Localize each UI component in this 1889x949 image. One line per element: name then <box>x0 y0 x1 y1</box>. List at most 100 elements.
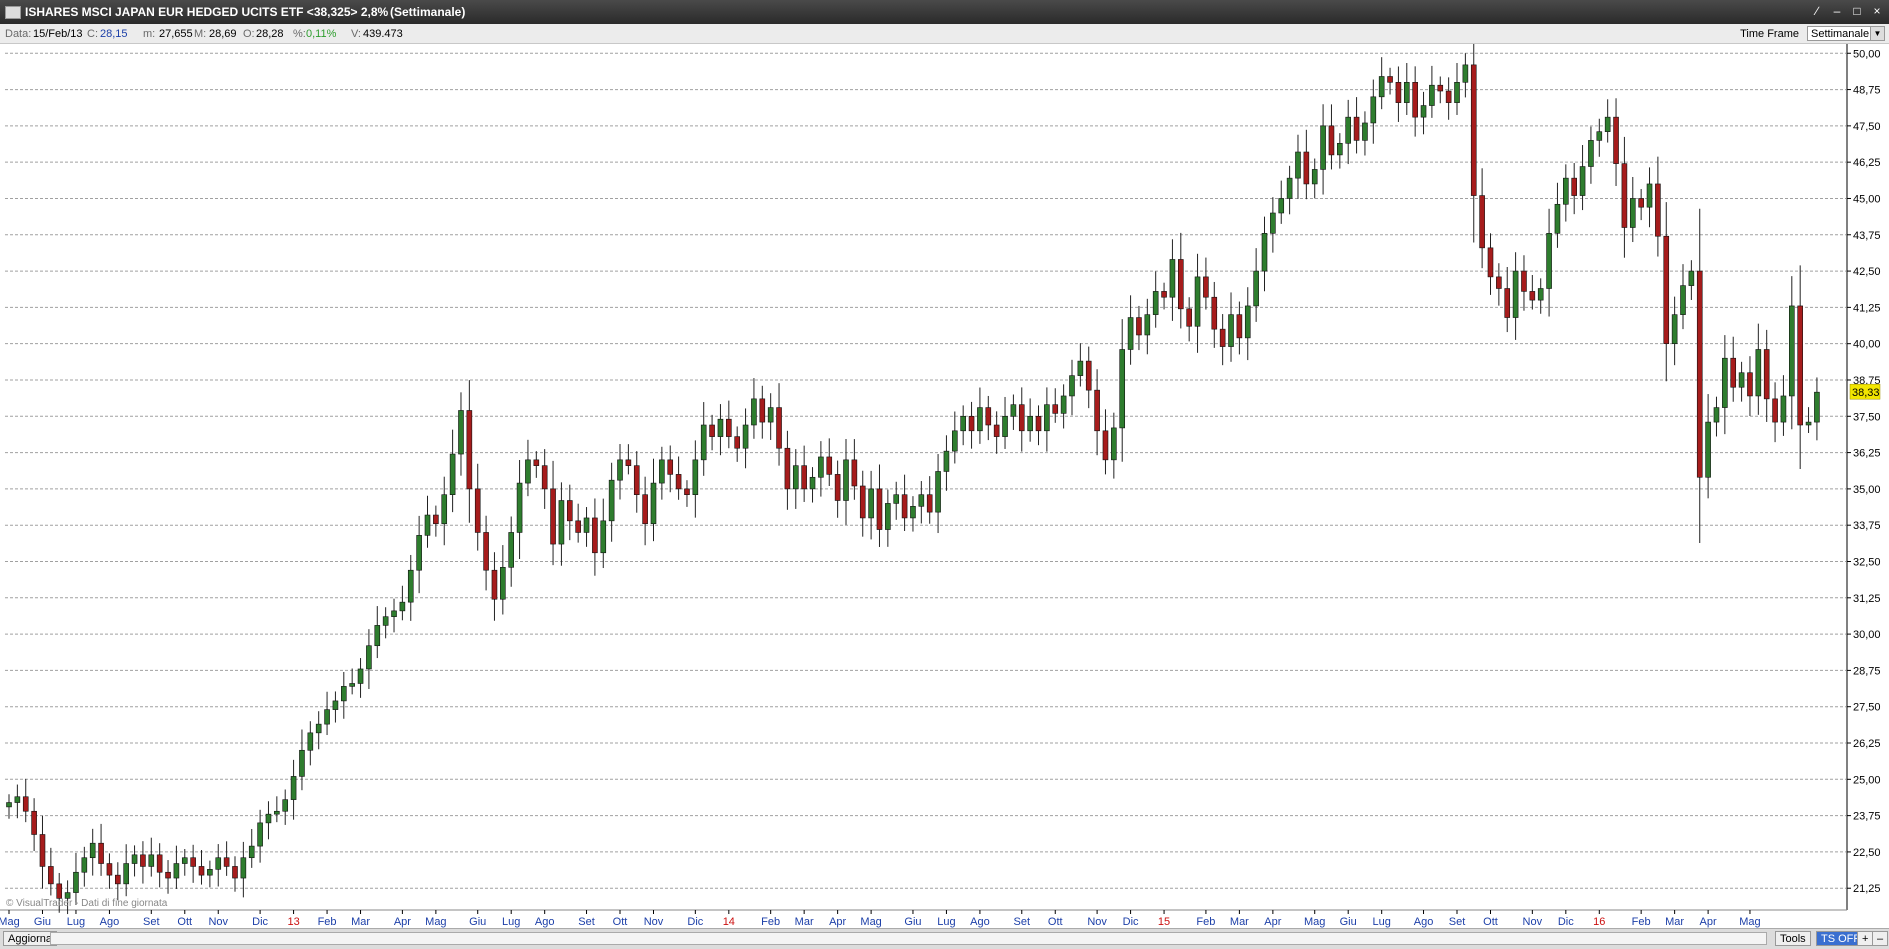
candle-body <box>834 474 841 501</box>
candle-body <box>1688 270 1695 286</box>
close-label: C: <box>87 28 98 40</box>
x-tick-label: Nov <box>644 916 664 928</box>
candle-body <box>1211 296 1218 330</box>
candle-body <box>1152 291 1159 315</box>
x-tick-label: Mar <box>795 916 814 928</box>
y-tick-label: 21,25 <box>1853 883 1881 895</box>
candle-body <box>190 857 196 867</box>
timeframe-value: Settimanale <box>1811 28 1870 40</box>
candle-body <box>1370 96 1377 124</box>
candle-body <box>843 459 849 501</box>
candle-body <box>1805 421 1812 426</box>
candle-body <box>1018 404 1025 432</box>
candle-body <box>424 514 431 536</box>
y-tick-label: 43,75 <box>1853 230 1881 242</box>
candle-body <box>1521 270 1527 292</box>
candle-body <box>181 857 188 864</box>
candle-body <box>215 857 222 870</box>
candle-body <box>1178 259 1184 310</box>
x-tick-label: Giu <box>34 916 51 928</box>
candle-body <box>533 459 540 466</box>
x-tick-label: Lug <box>937 916 955 928</box>
candle-body <box>416 535 422 571</box>
zoom-out-button[interactable]: – <box>1872 931 1889 946</box>
horizontal-scrollbar[interactable] <box>50 932 1767 945</box>
close-value: 28,15 <box>100 28 128 40</box>
candle-body <box>943 450 950 472</box>
close-icon[interactable]: × <box>1869 3 1885 19</box>
candle-body <box>1789 305 1795 397</box>
x-tick-label: Mar <box>351 916 370 928</box>
candle-body <box>500 567 506 600</box>
y-tick-label: 40,00 <box>1853 339 1881 351</box>
maximize-icon[interactable]: □ <box>1849 3 1865 19</box>
candle-body <box>1261 233 1268 272</box>
candle-body <box>223 857 230 867</box>
candle-body <box>156 854 163 873</box>
candle-body <box>801 465 807 490</box>
y-tick-label: 37,50 <box>1853 411 1881 423</box>
candle-body <box>759 398 766 423</box>
pin-icon[interactable]: ∕ <box>1809 3 1825 19</box>
timeframe-select[interactable]: Settimanale ▼ <box>1807 26 1885 41</box>
y-tick-label: 25,00 <box>1853 774 1881 786</box>
candle-body <box>332 700 339 710</box>
candle-body <box>625 459 632 466</box>
minimize-icon[interactable]: – <box>1829 3 1845 19</box>
x-tick-label: Mag <box>425 916 446 928</box>
window-title: ISHARES MSCI JAPAN EUR HEDGED UCITS ETF … <box>25 5 389 19</box>
x-tick-label: Mar <box>1230 916 1249 928</box>
candle-body <box>1337 142 1343 156</box>
candle-body <box>1077 360 1084 376</box>
candle-body <box>1680 285 1686 315</box>
candle-body <box>1203 276 1209 298</box>
candle-body <box>1395 82 1402 103</box>
candle-body <box>1102 430 1109 461</box>
volume-value: 439.473 <box>363 28 403 40</box>
tools-button[interactable]: Tools <box>1775 931 1811 946</box>
chevron-down-icon[interactable]: ▼ <box>1870 27 1884 40</box>
candle-body <box>541 465 548 490</box>
y-tick-label: 33,75 <box>1853 520 1881 532</box>
candle-body <box>1512 270 1519 318</box>
zoom-in-button[interactable]: + <box>1857 931 1874 946</box>
y-tick-label: 27,50 <box>1853 702 1881 714</box>
y-tick-label: 36,25 <box>1853 448 1881 460</box>
candle-body <box>508 532 515 568</box>
candle-body <box>290 776 297 800</box>
candle-body <box>1462 64 1469 83</box>
candle-body <box>600 520 607 554</box>
candle-body <box>131 854 138 864</box>
candle-body <box>1035 415 1042 432</box>
ohlc-info-bar: Data: 15/Feb/13 C: 28,15 m: 27,655 M: 28… <box>0 24 1889 44</box>
candle-body <box>1613 116 1619 164</box>
candle-body <box>374 625 381 647</box>
candle-body <box>433 514 439 525</box>
candle-body <box>1027 415 1033 432</box>
x-tick-label: Feb <box>761 916 780 928</box>
candle-body <box>1387 76 1393 83</box>
price-chart[interactable]: 21,25 22,50 23,75 25,00 26,25 27,50 28,75 30,00… <box>0 44 1889 928</box>
candle-body <box>89 842 96 859</box>
candle-body <box>1537 288 1544 301</box>
candle-body <box>1052 404 1059 414</box>
candle-body <box>1747 372 1753 397</box>
candle-body <box>1529 291 1536 301</box>
status-bar: Aggiorna Tools TS OFF + – <box>0 928 1889 949</box>
x-tick-label: Dic <box>252 916 268 928</box>
candle-body <box>1646 183 1653 208</box>
x-tick-label: Mag <box>1304 916 1325 928</box>
last-price-label: 38,33 <box>1852 387 1880 399</box>
candle-body <box>1655 183 1661 237</box>
candle-body <box>926 494 933 513</box>
x-tick-label: Mag <box>860 916 881 928</box>
candle-body <box>1663 235 1670 344</box>
max-label: M: <box>194 28 207 40</box>
candle-body <box>1554 203 1561 234</box>
x-tick-label: Ago <box>1414 916 1434 928</box>
candle-body <box>1345 116 1351 144</box>
x-tick-label: Giu <box>469 916 486 928</box>
refresh-button[interactable]: Aggiorna <box>3 931 58 946</box>
candle-body <box>1496 276 1502 289</box>
candle-body <box>1161 291 1167 298</box>
